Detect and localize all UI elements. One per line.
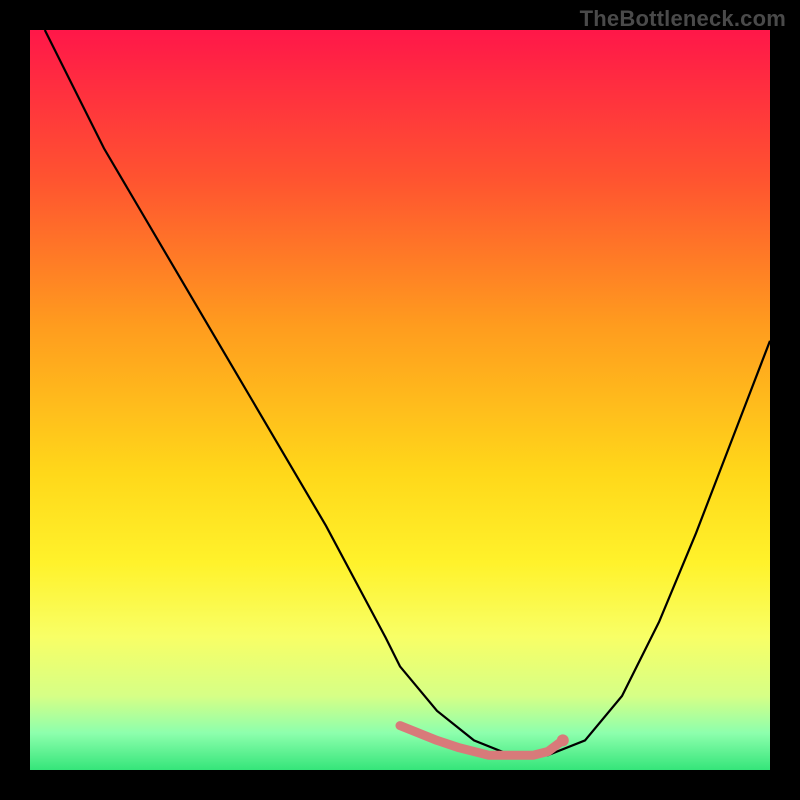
watermark-label: TheBottleneck.com [580, 6, 786, 32]
ideal-band-end-dot [557, 734, 569, 746]
gradient-background [30, 30, 770, 770]
chart-stage: TheBottleneck.com [0, 0, 800, 800]
bottleneck-chart [0, 0, 800, 800]
